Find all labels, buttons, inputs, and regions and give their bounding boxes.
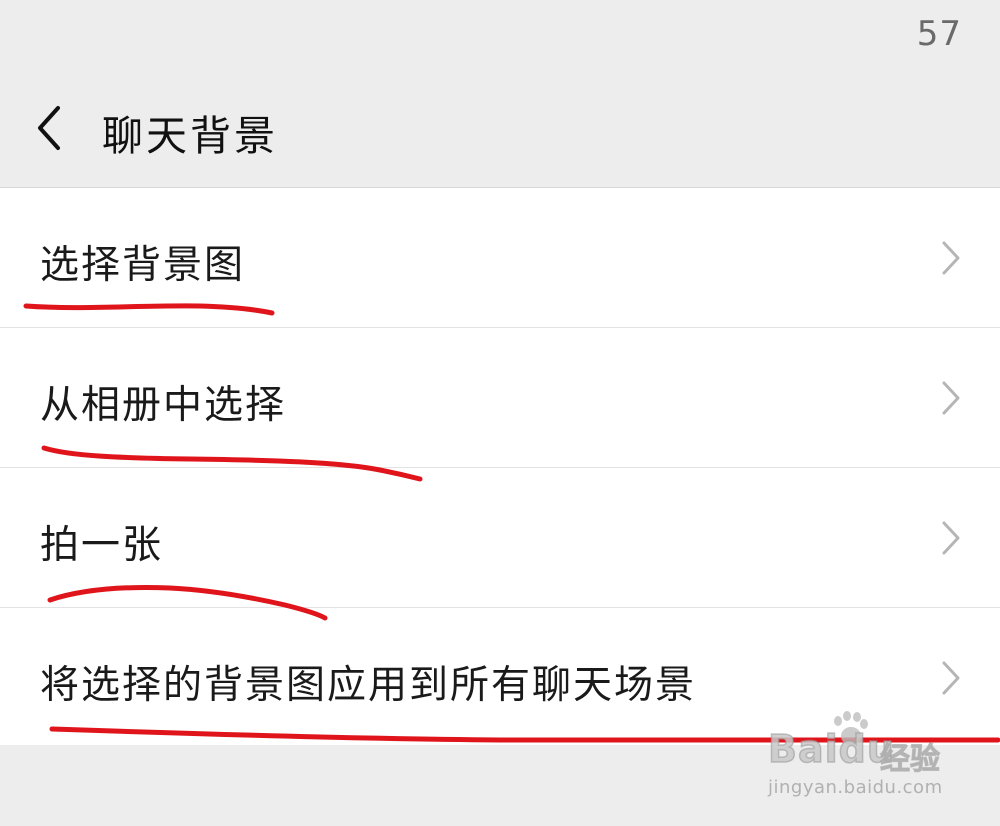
menu-item-label: 拍一张 bbox=[40, 523, 164, 568]
chevron-right-icon bbox=[942, 661, 960, 695]
menu-item-label: 选择背景图 bbox=[40, 243, 246, 288]
chevron-right-icon bbox=[942, 521, 960, 555]
menu-list: 选择背景图 从相册中选择 拍一张 将选择的背景图应用到所有聊天场景 bbox=[0, 188, 1000, 748]
page-title: 聊天背景 bbox=[102, 112, 278, 160]
menu-item-label: 从相册中选择 bbox=[40, 383, 287, 428]
status-time: 57 bbox=[916, 14, 962, 54]
chevron-left-icon bbox=[38, 106, 60, 150]
menu-item-choose-background[interactable]: 选择背景图 bbox=[0, 188, 1000, 328]
menu-item-choose-from-album[interactable]: 从相册中选择 bbox=[0, 328, 1000, 468]
menu-item-label: 将选择的背景图应用到所有聊天场景 bbox=[40, 663, 697, 708]
nav-bar: 聊天背景 bbox=[0, 70, 1000, 188]
chevron-right-icon bbox=[942, 381, 960, 415]
bottom-area bbox=[0, 745, 1000, 826]
chevron-right-icon bbox=[942, 241, 960, 275]
back-button[interactable] bbox=[24, 98, 80, 158]
status-bar: 57 bbox=[0, 0, 1000, 70]
menu-item-take-photo[interactable]: 拍一张 bbox=[0, 468, 1000, 608]
menu-item-apply-to-all-chats[interactable]: 将选择的背景图应用到所有聊天场景 bbox=[0, 608, 1000, 748]
